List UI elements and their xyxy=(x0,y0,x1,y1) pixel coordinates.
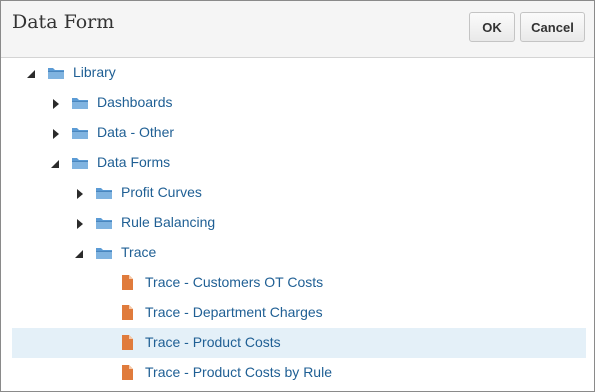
tree-item-label[interactable]: Trace - Product Costs xyxy=(145,334,281,350)
tree-item-profit-curves[interactable]: Profit Curves xyxy=(12,178,586,208)
collapsed-triangle-icon[interactable] xyxy=(50,127,62,139)
document-icon xyxy=(121,304,134,326)
tree-item-trace-customers-ot-costs[interactable]: Trace - Customers OT Costs xyxy=(12,268,586,298)
dialog-header: Data Form OK Cancel xyxy=(1,1,594,58)
tree-item-trace-department-charges[interactable]: Trace - Department Charges xyxy=(12,298,586,328)
tree-item-label[interactable]: Trace - Product Costs by Rule xyxy=(145,364,332,380)
document-icon xyxy=(121,334,134,356)
document-icon xyxy=(121,364,134,386)
tree-item-label[interactable]: Rule Balancing xyxy=(121,214,215,230)
tree-item-data-other[interactable]: Data - Other xyxy=(12,118,586,148)
tree-item-label[interactable]: Data - Other xyxy=(97,124,174,140)
folder-icon xyxy=(47,65,65,86)
cancel-button[interactable]: Cancel xyxy=(520,12,585,42)
folder-icon xyxy=(71,125,89,146)
expanded-triangle-icon[interactable] xyxy=(74,247,86,259)
document-icon xyxy=(121,274,134,296)
tree-item-trace-product-costs-by-rule[interactable]: Trace - Product Costs by Rule xyxy=(12,358,586,388)
tree-item-label[interactable]: Data Forms xyxy=(97,154,170,170)
tree-item-data-forms[interactable]: Data Forms xyxy=(12,148,586,178)
collapsed-triangle-icon[interactable] xyxy=(50,97,62,109)
folder-icon xyxy=(95,245,113,266)
tree-item-trace-product-costs[interactable]: Trace - Product Costs xyxy=(12,328,586,358)
folder-icon xyxy=(95,215,113,236)
tree-item-label[interactable]: Trace xyxy=(121,244,156,260)
tree-item-dashboards[interactable]: Dashboards xyxy=(12,88,586,118)
collapsed-triangle-icon[interactable] xyxy=(74,217,86,229)
library-tree: Library Dashboards Data - Other Data Forms P… xyxy=(1,58,594,391)
tree-item-label[interactable]: Trace - Customers OT Costs xyxy=(145,274,323,290)
folder-icon xyxy=(95,185,113,206)
ok-button[interactable]: OK xyxy=(469,12,515,42)
dialog-title: Data Form xyxy=(12,11,115,33)
collapsed-triangle-icon[interactable] xyxy=(74,187,86,199)
tree-item-label[interactable]: Trace - Department Charges xyxy=(145,304,323,320)
tree-item-trace[interactable]: Trace xyxy=(12,238,586,268)
folder-icon xyxy=(71,95,89,116)
tree-item-rule-balancing[interactable]: Rule Balancing xyxy=(12,208,586,238)
tree-item-label[interactable]: Library xyxy=(73,64,116,80)
folder-icon xyxy=(71,155,89,176)
tree-item-label[interactable]: Profit Curves xyxy=(121,184,202,200)
tree-item-library[interactable]: Library xyxy=(12,58,586,88)
expanded-triangle-icon[interactable] xyxy=(26,67,38,79)
tree-item-label[interactable]: Dashboards xyxy=(97,94,173,110)
data-form-dialog: Data Form OK Cancel Library Dashboards Dat… xyxy=(0,0,595,392)
expanded-triangle-icon[interactable] xyxy=(50,157,62,169)
